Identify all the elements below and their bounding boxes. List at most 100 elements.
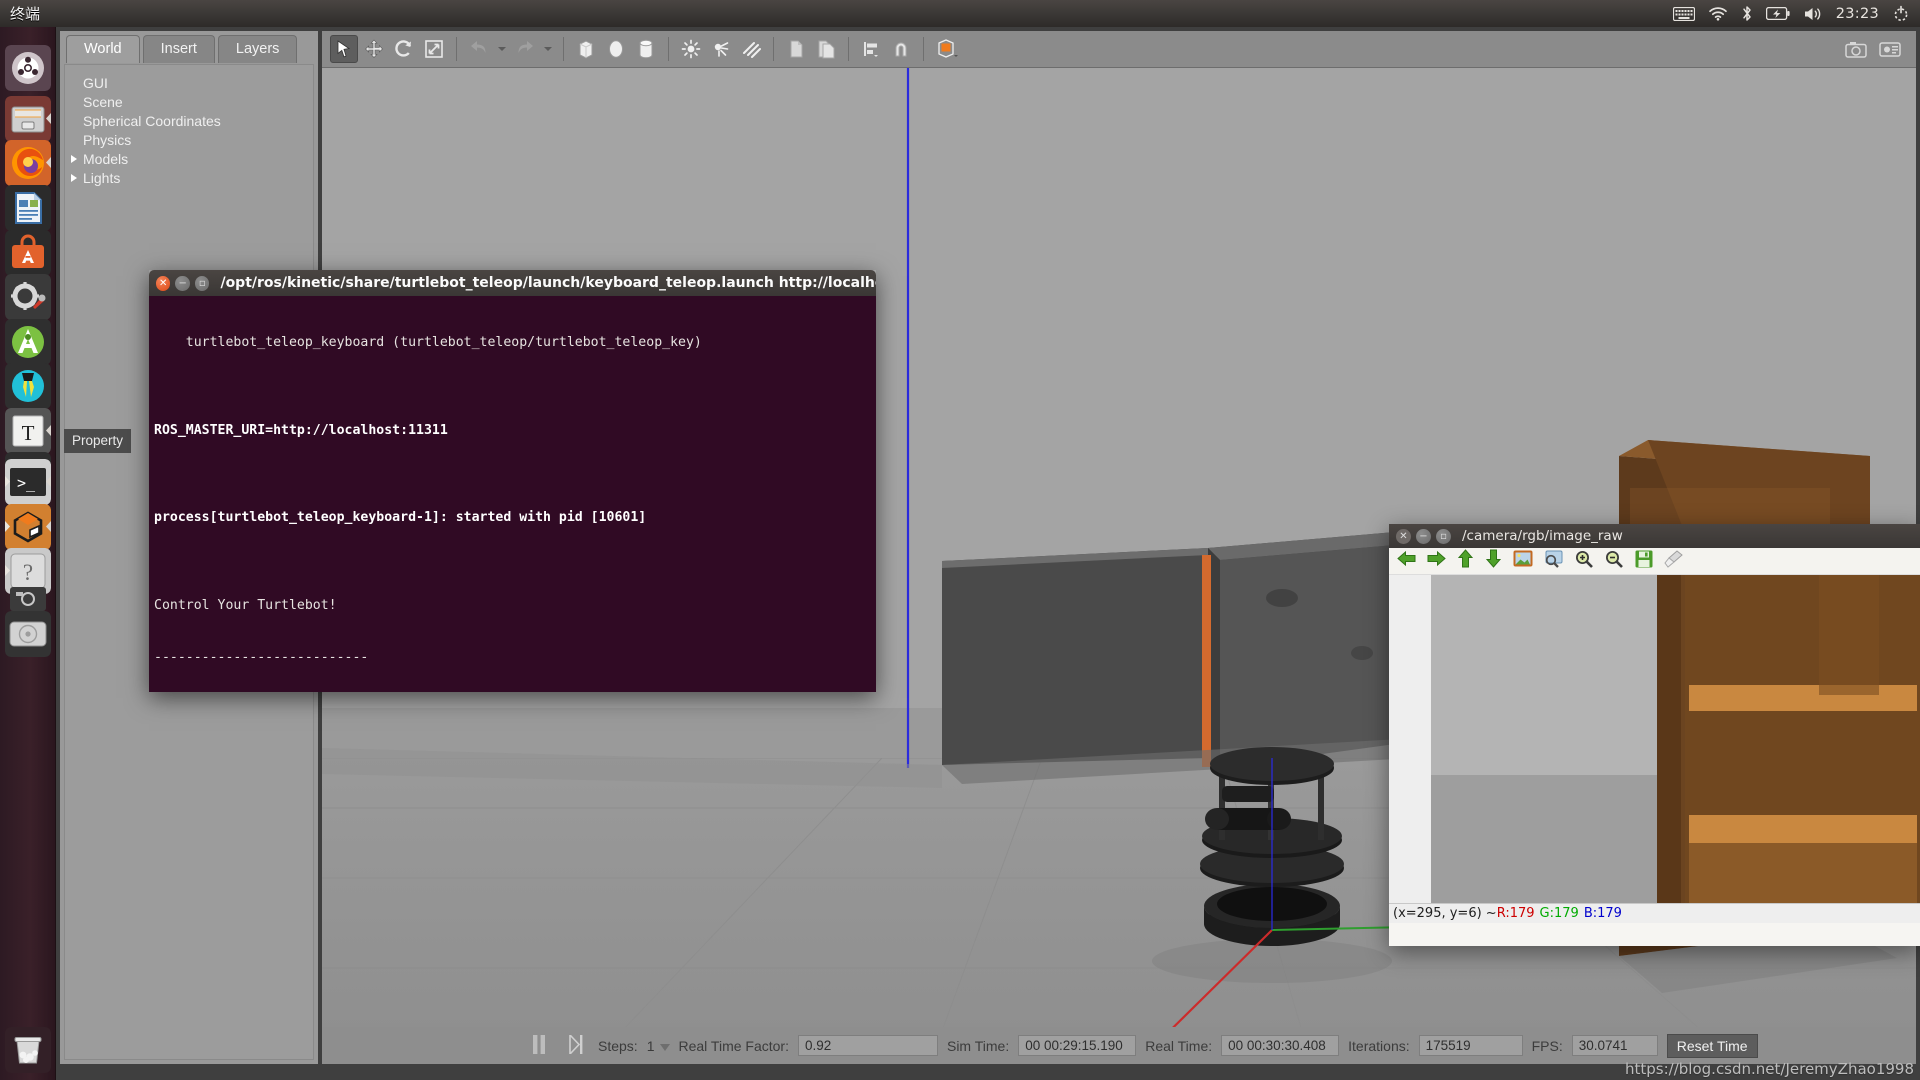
- minimize-icon[interactable]: −: [1416, 528, 1431, 544]
- launcher-item-ubuntu-dash[interactable]: [5, 45, 51, 91]
- tab-layers[interactable]: Layers: [217, 35, 298, 63]
- volume-icon[interactable]: [1803, 6, 1823, 22]
- undo-icon[interactable]: [465, 35, 493, 63]
- launcher-item-terminal[interactable]: >_: [5, 459, 51, 505]
- snap-icon[interactable]: [887, 35, 915, 63]
- tab-insert[interactable]: Insert: [142, 35, 215, 63]
- launcher-item-files[interactable]: [5, 96, 51, 142]
- spot-light-icon[interactable]: [707, 35, 735, 63]
- insert-box-icon[interactable]: [572, 35, 600, 63]
- chevron-right-icon[interactable]: [71, 154, 77, 163]
- launcher-item-ubuntu-software[interactable]: [5, 230, 51, 276]
- down-arrow-icon[interactable]: [1485, 549, 1502, 573]
- minimize-icon[interactable]: −: [175, 275, 190, 291]
- view-angle-icon[interactable]: [932, 35, 964, 63]
- toolbar-separator: [848, 37, 849, 61]
- scale-mode-icon[interactable]: [420, 35, 448, 63]
- terminal-title: /opt/ros/kinetic/share/turtlebot_teleop/…: [220, 275, 876, 291]
- wifi-icon[interactable]: [1708, 6, 1728, 21]
- log-record-icon[interactable]: [1876, 35, 1904, 63]
- insert-cylinder-icon[interactable]: [632, 35, 660, 63]
- launcher-item-system-settings[interactable]: [5, 274, 51, 320]
- insert-sphere-icon[interactable]: [602, 35, 630, 63]
- launcher-item-screenshot[interactable]: [5, 587, 51, 611]
- rotate-mode-icon[interactable]: [390, 35, 418, 63]
- camera-image-canvas[interactable]: (x=295, y=6) ~ R:179 G:179 B:179: [1389, 575, 1920, 923]
- image-icon[interactable]: [1513, 550, 1533, 572]
- zoom-fit-icon[interactable]: [1544, 550, 1564, 573]
- launcher-item-trash[interactable]: [5, 1027, 51, 1073]
- paste-icon[interactable]: [812, 35, 840, 63]
- property-label: Property: [64, 429, 132, 453]
- keyboard-icon[interactable]: [1672, 6, 1695, 21]
- maximize-icon[interactable]: ▫: [194, 275, 210, 291]
- sim-time-value[interactable]: 00 00:29:15.190: [1018, 1035, 1137, 1056]
- translate-mode-icon[interactable]: [360, 35, 388, 63]
- real-time-factor-value[interactable]: 0.92: [797, 1035, 938, 1056]
- save-icon[interactable]: [1635, 550, 1653, 573]
- image-view-window[interactable]: ✕ − ▫ /camera/rgb/image_raw (x=295, y=6)…: [1389, 524, 1920, 946]
- forward-arrow-icon[interactable]: [1427, 550, 1446, 572]
- select-mode-icon[interactable]: [330, 35, 358, 63]
- launcher-item-texstudio[interactable]: T: [5, 408, 51, 454]
- pixel-red-value: R:179: [1496, 906, 1535, 921]
- reset-time-button[interactable]: Reset Time: [1666, 1033, 1758, 1058]
- pixel-green-value: G:179: [1539, 906, 1579, 921]
- battery-icon[interactable]: [1765, 7, 1790, 20]
- tree-item-gui[interactable]: GUI: [65, 73, 313, 92]
- tree-item-label: Models: [83, 150, 129, 167]
- fps-label: FPS:: [1531, 1037, 1563, 1054]
- launcher-item-disk[interactable]: [5, 611, 51, 657]
- svg-text:>_: >_: [17, 474, 36, 492]
- steps-dropdown-icon[interactable]: [659, 1038, 670, 1054]
- power-gear-icon[interactable]: [1892, 5, 1910, 23]
- directional-light-icon[interactable]: [737, 35, 765, 63]
- launcher-item-firefox[interactable]: [5, 140, 51, 186]
- zoom-in-icon[interactable]: [1575, 550, 1594, 573]
- screenshot-icon[interactable]: [1842, 35, 1870, 63]
- tree-item-spherical-coordinates[interactable]: Spherical Coordinates: [65, 111, 313, 130]
- image-view-title-bar[interactable]: ✕ − ▫ /camera/rgb/image_raw: [1389, 524, 1920, 548]
- launcher-item-android-studio[interactable]: [5, 319, 51, 365]
- bluetooth-icon[interactable]: [1741, 5, 1753, 22]
- point-light-icon[interactable]: [677, 35, 705, 63]
- align-icon[interactable]: [857, 35, 885, 63]
- iterations-value[interactable]: 175519: [1418, 1035, 1523, 1056]
- step-forward-icon[interactable]: [569, 1032, 583, 1057]
- redo-dropdown-icon[interactable]: [541, 35, 555, 63]
- zoom-out-icon[interactable]: [1605, 550, 1624, 573]
- tree-item-lights[interactable]: Lights: [65, 168, 313, 187]
- close-icon[interactable]: ✕: [156, 275, 171, 291]
- terminal-window[interactable]: ✕ − ▫ /opt/ros/kinetic/share/turtlebot_t…: [149, 270, 876, 692]
- undo-dropdown-icon[interactable]: [495, 35, 509, 63]
- launcher-item-gazebo[interactable]: [5, 504, 51, 550]
- clear-icon[interactable]: [1664, 549, 1683, 573]
- maximize-icon[interactable]: ▫: [1436, 528, 1451, 544]
- launcher-item-clion[interactable]: [5, 363, 51, 409]
- toolbar-separator: [668, 37, 669, 61]
- tab-world[interactable]: World: [66, 35, 140, 63]
- close-icon[interactable]: ✕: [1396, 528, 1411, 544]
- tree-item-physics[interactable]: Physics: [65, 130, 313, 149]
- terminal-title-bar[interactable]: ✕ − ▫ /opt/ros/kinetic/share/turtlebot_t…: [149, 270, 876, 296]
- pause-icon[interactable]: [532, 1034, 546, 1057]
- steps-label: Steps:: [598, 1037, 638, 1054]
- tree-item-models[interactable]: Models: [65, 149, 313, 168]
- launcher-item-libreoffice-writer[interactable]: [5, 185, 51, 231]
- tree-item-label: GUI: [83, 74, 108, 91]
- steps-value[interactable]: 1: [647, 1038, 655, 1054]
- real-time-value[interactable]: 00 00:30:30.408: [1221, 1035, 1340, 1056]
- tree-item-scene[interactable]: Scene: [65, 92, 313, 111]
- fps-value[interactable]: 30.0741: [1571, 1035, 1658, 1056]
- up-arrow-icon[interactable]: [1457, 549, 1474, 573]
- back-arrow-icon[interactable]: [1397, 550, 1416, 572]
- tree-item-label: Lights: [83, 169, 121, 186]
- clock[interactable]: 23:23: [1836, 6, 1879, 22]
- terminal-output[interactable]: turtlebot_teleop_keyboard (turtlebot_tel…: [149, 296, 876, 692]
- chevron-right-icon[interactable]: [71, 173, 77, 182]
- copy-icon[interactable]: [782, 35, 810, 63]
- image-view-toolbar: [1389, 548, 1920, 575]
- redo-icon[interactable]: [511, 35, 539, 63]
- top-panel-app-title[interactable]: 终端: [0, 3, 40, 24]
- real-time-factor-label: Real Time Factor:: [678, 1037, 789, 1054]
